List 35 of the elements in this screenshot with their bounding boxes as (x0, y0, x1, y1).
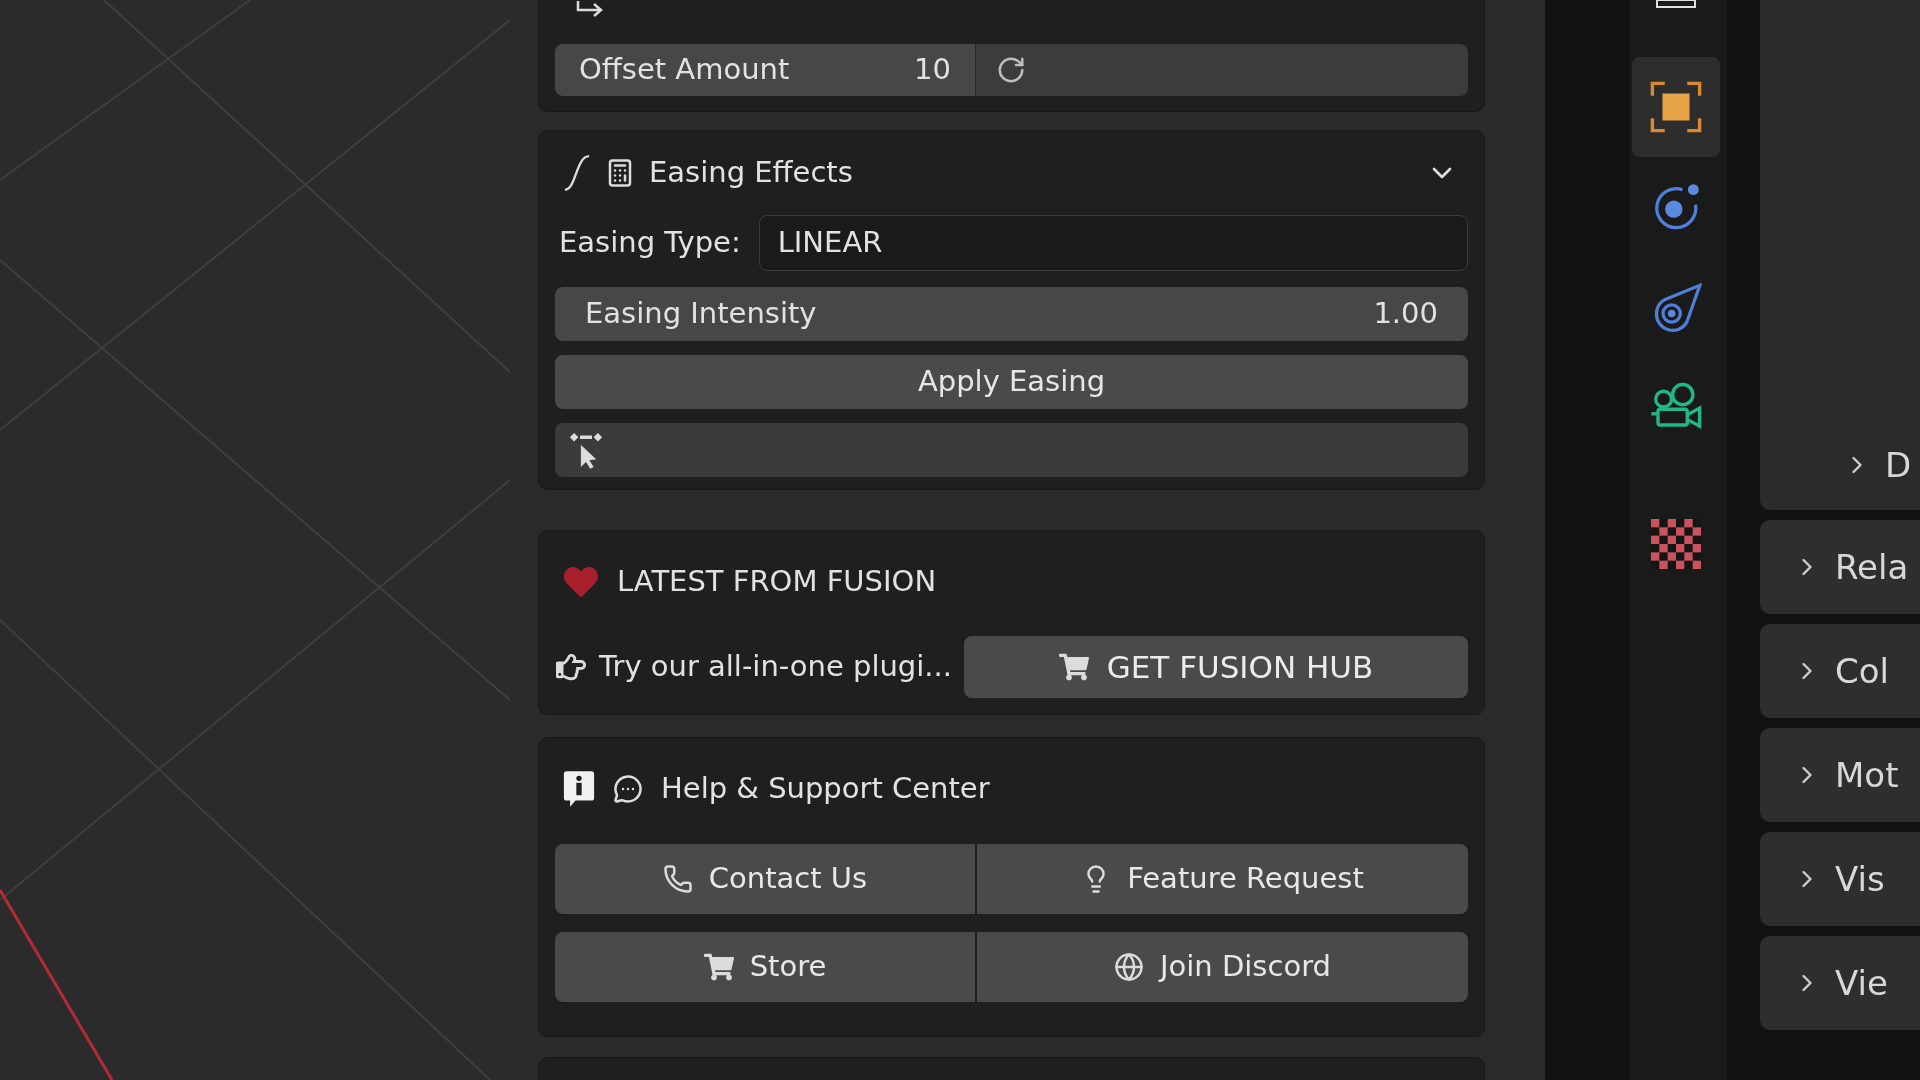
chat-icon (613, 774, 643, 804)
curve-icon (563, 154, 591, 192)
checkerboard-icon (1651, 519, 1701, 569)
dropdown[interactable]: LINEAR (758, 215, 1468, 271)
link-button[interactable]: Contact Us (555, 844, 975, 914)
pointing-hand-icon (555, 652, 587, 682)
hub-button[interactable]: GET FUSION HUB (963, 636, 1468, 698)
section-header[interactable]: Rela (1760, 520, 1920, 614)
field-label: Easing Type: (558, 224, 741, 262)
tagline-text: Try our all-in-one plugi... (599, 648, 952, 686)
property-tab[interactable] (1632, 57, 1720, 157)
section-title: Help & Support Center (661, 770, 990, 808)
section-header[interactable]: Mot (1760, 728, 1920, 822)
phone-icon (662, 864, 693, 894)
link-button[interactable]: Feature Request (977, 844, 1468, 914)
section-header[interactable]: Vie (1760, 936, 1920, 1030)
section-title: LATEST FROM FUSION (617, 563, 937, 601)
heart-icon (563, 565, 599, 599)
link-button[interactable]: Store (555, 932, 975, 1002)
globe-icon (1114, 952, 1144, 982)
apply-button[interactable]: Apply Easing (555, 355, 1468, 409)
keyframe-cursor-icon (569, 431, 603, 469)
link-button[interactable]: Join Discord (977, 932, 1468, 1002)
subsection-header[interactable]: D (1760, 420, 1920, 510)
section-header[interactable]: Col (1760, 624, 1920, 718)
cart-icon (703, 952, 734, 982)
value-field[interactable] (975, 44, 1468, 96)
cart-icon (1058, 652, 1089, 682)
rotate-icon (996, 55, 1026, 85)
number-field[interactable]: Offset Amount 10 (555, 44, 975, 96)
info-icon (563, 769, 595, 809)
number-field[interactable]: Easing Intensity 1.00 (555, 287, 1468, 341)
section-header[interactable]: Vis (1760, 832, 1920, 926)
section-title: Easing Effects (649, 154, 854, 192)
object-icon (1649, 80, 1703, 134)
